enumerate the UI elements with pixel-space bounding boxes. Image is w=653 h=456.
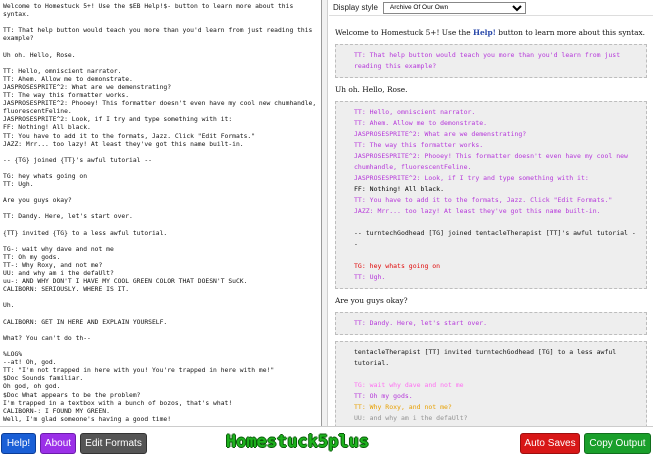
editor-line: FF: Nothing! All black. (3, 124, 91, 132)
chat-line (354, 369, 636, 380)
editor-line: TT: "I'm not trapped in here with you! Y… (3, 367, 275, 375)
display-style-label: Display style (333, 3, 378, 12)
intro-after: button to learn more about this syntax. (495, 28, 646, 37)
editor-line: TG-: wait why dave and not me (3, 245, 114, 253)
chat-block-3: TT: Dandy. Here, let's start over. (335, 312, 647, 335)
chat-line: JASPROSESPRITE^2: What are we demenstrat… (354, 130, 527, 138)
source-textarea[interactable]: Welcome to Homestuck 5+! Use the $EB Hel… (0, 0, 322, 426)
chat-line: TT: The way this formatter works. (354, 141, 484, 149)
chat-line: UU: and why am i the defaUlt? (354, 414, 468, 422)
editor-line: TT: Ahem. Allow me to demonstrate. (3, 75, 133, 83)
display-style-bar: Display style Archive Of Our Own (329, 0, 653, 16)
chat-line: TT: Ugh. (354, 273, 386, 281)
chat-line: TG: wait why dave and not me (354, 381, 464, 389)
help-button[interactable]: Help! (1, 433, 36, 454)
editor-line: Oh god, oh god. (3, 383, 61, 391)
chat-line (354, 217, 636, 228)
editor-line: TT: Dandy. Here, let's start over. (3, 213, 133, 221)
chat-line: TT: Why Roxy, and not me? (354, 403, 452, 411)
editor-line: TT-: Why Roxy, and not me? (3, 262, 103, 269)
editor-line: TT: That help button would teach you mor… (3, 27, 317, 43)
chat-block-1: TT: That help button would teach you mor… (335, 44, 647, 78)
editor-line: Uh oh. Hello, Rose. (3, 51, 76, 59)
editor-line: TT: Hello, omniscient narrator. (3, 67, 122, 75)
chat-line: JASPROSESPRITE^2: Look, if I try and typ… (354, 174, 589, 182)
editor-line: $Doc What appears to be the problem? (3, 391, 141, 399)
intro-help-link[interactable]: Help! (473, 28, 496, 37)
chat-line (354, 250, 636, 261)
intro-text: Welcome to Homestuck 5+! Use the Help! b… (335, 27, 647, 38)
editor-line: Welcome to Homestuck 5+! Use the $EB Hel… (3, 3, 298, 19)
chat-line: TG: hey whats going on (354, 262, 441, 270)
panel-divider[interactable] (322, 0, 328, 426)
display-style-select[interactable]: Archive Of Our Own (382, 1, 526, 14)
editor-line: What? You can't do th-- (3, 334, 91, 342)
bottom-toolbar: Help! About Edit Formats Homestuck5plus … (0, 426, 653, 456)
editor-line: I'm trapped in a textbox with a bunch of… (3, 399, 233, 407)
editor-line: JASPROSESPRITE^2: Phooey! This formatter… (3, 100, 321, 116)
editor-line: TT: The way this formatter works. (3, 92, 130, 100)
chat-line: JAZZ: Mrr... too lazy! At least they've … (354, 207, 601, 215)
editor-line: JAZZ: Mrr... too lazy! At least they've … (3, 140, 244, 148)
editor-line: Are you guys okay? (3, 197, 72, 205)
editor-line: TT: You have to add it to the formats, J… (3, 132, 256, 140)
editor-line: TG: hey whats going on (3, 172, 88, 180)
auto-saves-button[interactable]: Auto Saves (520, 433, 580, 454)
editor-line: UU: and why am i the defaUlt? (3, 270, 114, 278)
edit-formats-button[interactable]: Edit Formats (80, 433, 147, 454)
chat-line: TT: Hello, omniscient narrator. (354, 108, 476, 116)
chat-line: tentacleTherapist [TT] invited turntechG… (354, 348, 621, 367)
copy-output-button[interactable]: Copy Output (584, 433, 651, 454)
chat-line: TT: Ahem. Allow me to demonstrate. (354, 119, 488, 127)
editor-line: uu-: AND WHY DON'T I HAVE MY COOL GREEN … (3, 278, 248, 286)
editor-line: JASPROSESPRITE^2: What are we demenstrat… (3, 83, 172, 91)
editor-line: CALIBORN-: I FOUND MY GREEN. (3, 407, 110, 415)
editor-line: Well, I'm glad someone's having a good t… (3, 415, 172, 423)
narration-1: Uh oh. Hello, Rose. (335, 85, 408, 94)
editor-line: JASPROSESPRITE^2: Look, if I try and typ… (3, 116, 233, 124)
chat-line: FF: Nothing! All black. (354, 185, 445, 193)
preview-content: Welcome to Homestuck 5+! Use the Help! b… (329, 16, 653, 426)
editor-line: {TT} invited {TG} to a less awful tutori… (3, 229, 168, 237)
editor-line: %LOG% (3, 351, 23, 359)
editor-line: TT: Oh my gods. (3, 253, 61, 261)
chat-block-4: tentacleTherapist [TT] invited turntechG… (335, 341, 647, 426)
homestuck5plus-logo: Homestuck5plus (225, 432, 370, 452)
chat-line: TT: That help button would teach you mor… (354, 51, 625, 70)
narration-2: Are you guys okay? (335, 296, 408, 305)
preview-panel: Display style Archive Of Our Own Welcome… (329, 0, 653, 426)
editor-line: CALIBORN: SERIOUSLY. WHERE IS IT. (3, 286, 130, 294)
editor-line: --at! Oh, god. (3, 359, 57, 367)
chat-line: TT: You have to add it to the formats, J… (354, 196, 613, 204)
chat-line: JASPROSESPRITE^2: Phooey! This formatter… (354, 152, 632, 171)
chat-block-2: TT: Hello, omniscient narrator. TT: Ahem.… (335, 101, 647, 289)
editor-line: -- {TG} joined {TT}'s awful tutorial -- (3, 156, 152, 164)
chat-line: -- turntechGodhead [TG] joined tentacleT… (354, 229, 636, 248)
editor-line: Uh. (3, 302, 15, 310)
editor-line: $Doc Sounds familiar. (3, 375, 84, 383)
chat-line: TT: Dandy. Here, let's start over. (354, 319, 488, 327)
intro-before: Welcome to Homestuck 5+! Use the (335, 28, 473, 37)
editor-line: TT: Ugh. (3, 181, 34, 189)
editor-line: CALIBORN: GET IN HERE AND EXPLAIN YOURSE… (3, 318, 168, 326)
chat-line: TT: Oh my gods. (354, 392, 413, 400)
about-button[interactable]: About (40, 433, 76, 454)
